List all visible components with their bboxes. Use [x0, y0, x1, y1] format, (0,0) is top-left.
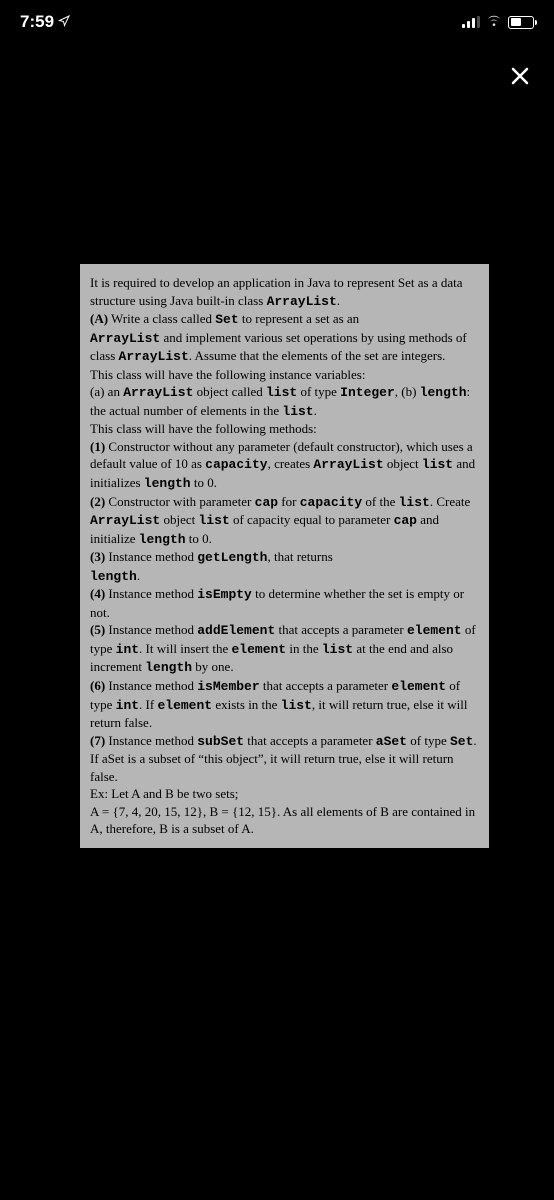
- method-4: (4) Instance method isEmpty to determine…: [90, 585, 479, 621]
- close-icon: [508, 64, 532, 88]
- method-7: (7) Instance method subSet that accepts …: [90, 732, 479, 786]
- status-indicators: [462, 13, 534, 31]
- method-3-cont: length.: [90, 567, 479, 586]
- instance-var-a: (a) an ArrayList object called list of t…: [90, 383, 479, 420]
- method-6: (6) Instance method isMember that accept…: [90, 677, 479, 732]
- location-icon: [58, 12, 70, 32]
- section-a: (A) Write a class called Set to represen…: [90, 310, 479, 329]
- method-3: (3) Instance method getLength, that retu…: [90, 548, 479, 567]
- instance-vars-intro: This class will have the following insta…: [90, 366, 479, 384]
- battery-icon: [508, 16, 534, 29]
- example-line-1: Ex: Let A and B be two sets;: [90, 785, 479, 803]
- method-2: (2) Constructor with parameter cap for c…: [90, 493, 479, 549]
- example-line-2: A = {7, 4, 20, 15, 12}, B = {12, 15}. As…: [90, 803, 479, 838]
- method-1: (1) Constructor without any parameter (d…: [90, 438, 479, 493]
- wifi-icon: [486, 13, 502, 31]
- methods-intro: This class will have the following metho…: [90, 420, 479, 438]
- status-time-area: 7:59: [20, 12, 70, 32]
- document-content: It is required to develop an application…: [80, 264, 489, 848]
- status-time: 7:59: [20, 12, 54, 32]
- cellular-signal-icon: [462, 16, 480, 28]
- intro-paragraph: It is required to develop an application…: [90, 274, 479, 310]
- section-a-cont: ArrayList and implement various set oper…: [90, 329, 479, 366]
- method-5: (5) Instance method addElement that acce…: [90, 621, 479, 677]
- status-bar: 7:59: [0, 0, 554, 44]
- close-button[interactable]: [504, 60, 536, 92]
